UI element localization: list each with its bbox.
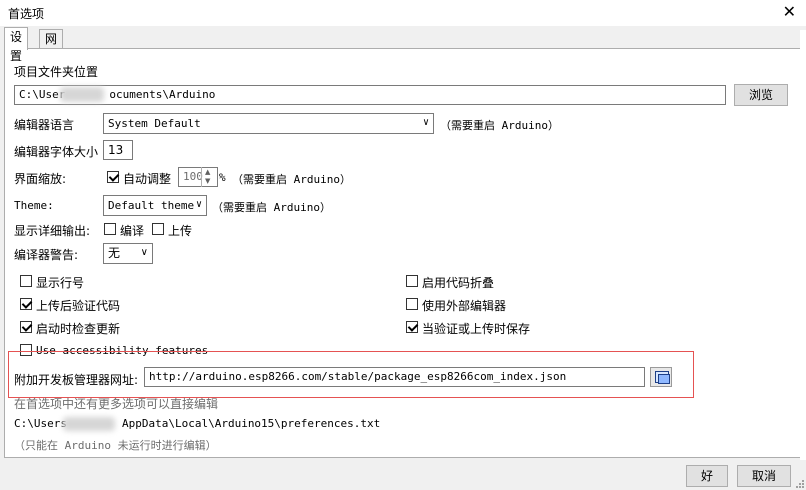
prefs-path-prefix: C:\Users — [14, 417, 67, 430]
chevron-down-icon: ∨ — [195, 199, 202, 210]
verbose-compile-checkbox[interactable] — [104, 223, 116, 235]
save-on-verify-checkbox[interactable] — [406, 321, 418, 333]
theme-select[interactable]: Default theme ∨ — [103, 195, 207, 216]
ok-button[interactable]: 好 — [686, 465, 728, 487]
theme-note: （需要重启 Arduino） — [212, 201, 331, 214]
sketchbook-path-input[interactable]: C:\User ocuments\Arduino — [14, 85, 726, 105]
scale-unit: % — [219, 171, 226, 184]
prefs-path-suffix: AppData\Local\Arduino15\preferences.txt — [121, 417, 381, 430]
edit-note: （只能在 Arduino 未运行时进行编辑） — [14, 439, 217, 452]
compiler-warnings-label: 编译器警告: — [14, 248, 79, 262]
tab-settings-label: 设置 — [10, 30, 23, 63]
cancel-button[interactable]: 取消 — [737, 465, 791, 487]
window-edge — [800, 30, 806, 470]
footer-bar: 好 取消 — [0, 460, 806, 490]
check-updates-checkbox[interactable] — [20, 321, 32, 333]
font-size-input[interactable]: 13 — [103, 140, 133, 160]
theme-label: Theme: — [14, 199, 54, 212]
tab-settings[interactable]: 设置 — [4, 27, 29, 63]
editor-language-value: System Default — [108, 117, 201, 130]
code-folding-label: 启用代码折叠 — [422, 276, 495, 290]
sketchbook-path-prefix: C:\User — [19, 88, 66, 101]
verbose-output-label: 显示详细输出: — [14, 224, 91, 238]
scale-value: 100 — [183, 170, 203, 183]
url-list-button[interactable] — [650, 367, 672, 387]
chevron-down-icon: ∨ — [140, 247, 148, 258]
verbose-compile-label: 编译 — [120, 224, 145, 238]
scale-spinner[interactable]: ▲ ▼ — [201, 167, 218, 187]
browse-button[interactable]: 浏览 — [734, 84, 788, 106]
sketchbook-path-suffix: ocuments\Arduino — [109, 88, 216, 101]
sketchbook-label: 项目文件夹位置 — [14, 65, 99, 79]
code-folding-checkbox[interactable] — [406, 275, 418, 287]
verify-after-upload-checkbox[interactable] — [20, 298, 32, 310]
title-bar: 首选项 ✕ — [0, 0, 806, 26]
check-updates-label: 启动时检查更新 — [36, 322, 121, 336]
board-manager-label: 附加开发板管理器网址: — [14, 373, 139, 387]
interface-scale-label: 界面缩放: — [14, 172, 67, 186]
tab-network[interactable]: 网络 — [39, 29, 64, 65]
theme-value: Default theme — [108, 199, 195, 212]
font-size-label: 编辑器字体大小 — [14, 145, 99, 159]
resize-grip[interactable] — [794, 478, 804, 488]
compiler-warnings-select[interactable]: 无 ∨ — [103, 243, 153, 264]
redacted-username — [60, 87, 104, 102]
close-icon[interactable]: ✕ — [783, 2, 796, 21]
spinner-down-icon[interactable]: ▼ — [205, 177, 210, 185]
save-on-verify-label: 当验证或上传时保存 — [422, 322, 531, 336]
editor-language-select[interactable]: System Default ∨ — [103, 113, 434, 134]
verbose-upload-checkbox[interactable] — [152, 223, 164, 235]
board-manager-url-input[interactable]: http://arduino.esp8266.com/stable/packag… — [144, 367, 645, 387]
compiler-warnings-value: 无 — [108, 246, 121, 260]
auto-scale-label: 自动调整 — [123, 172, 172, 186]
editor-language-label: 编辑器语言 — [14, 118, 75, 132]
verify-after-upload-label: 上传后验证代码 — [36, 299, 121, 313]
spinner-up-icon[interactable]: ▲ — [205, 168, 210, 176]
external-editor-checkbox[interactable] — [406, 298, 418, 310]
external-editor-label: 使用外部编辑器 — [422, 299, 507, 313]
editor-language-note: （需要重启 Arduino） — [440, 119, 559, 132]
show-line-numbers-label: 显示行号 — [36, 276, 85, 290]
show-line-numbers-checkbox[interactable] — [20, 275, 32, 287]
chevron-down-icon: ∨ — [422, 117, 429, 128]
redacted-username — [63, 417, 115, 431]
auto-scale-checkbox[interactable] — [107, 171, 119, 183]
verbose-upload-label: 上传 — [168, 224, 193, 238]
window-title: 首选项 — [8, 7, 45, 21]
more-prefs-note: 在首选项中还有更多选项可以直接编辑 — [14, 397, 219, 411]
scale-note: （需要重启 Arduino） — [232, 173, 351, 186]
window-icon-front — [658, 374, 670, 384]
preferences-window: 首选项 ✕ 设置 网络 项目文件夹位置 C:\User ocuments\Ardu… — [0, 0, 806, 490]
